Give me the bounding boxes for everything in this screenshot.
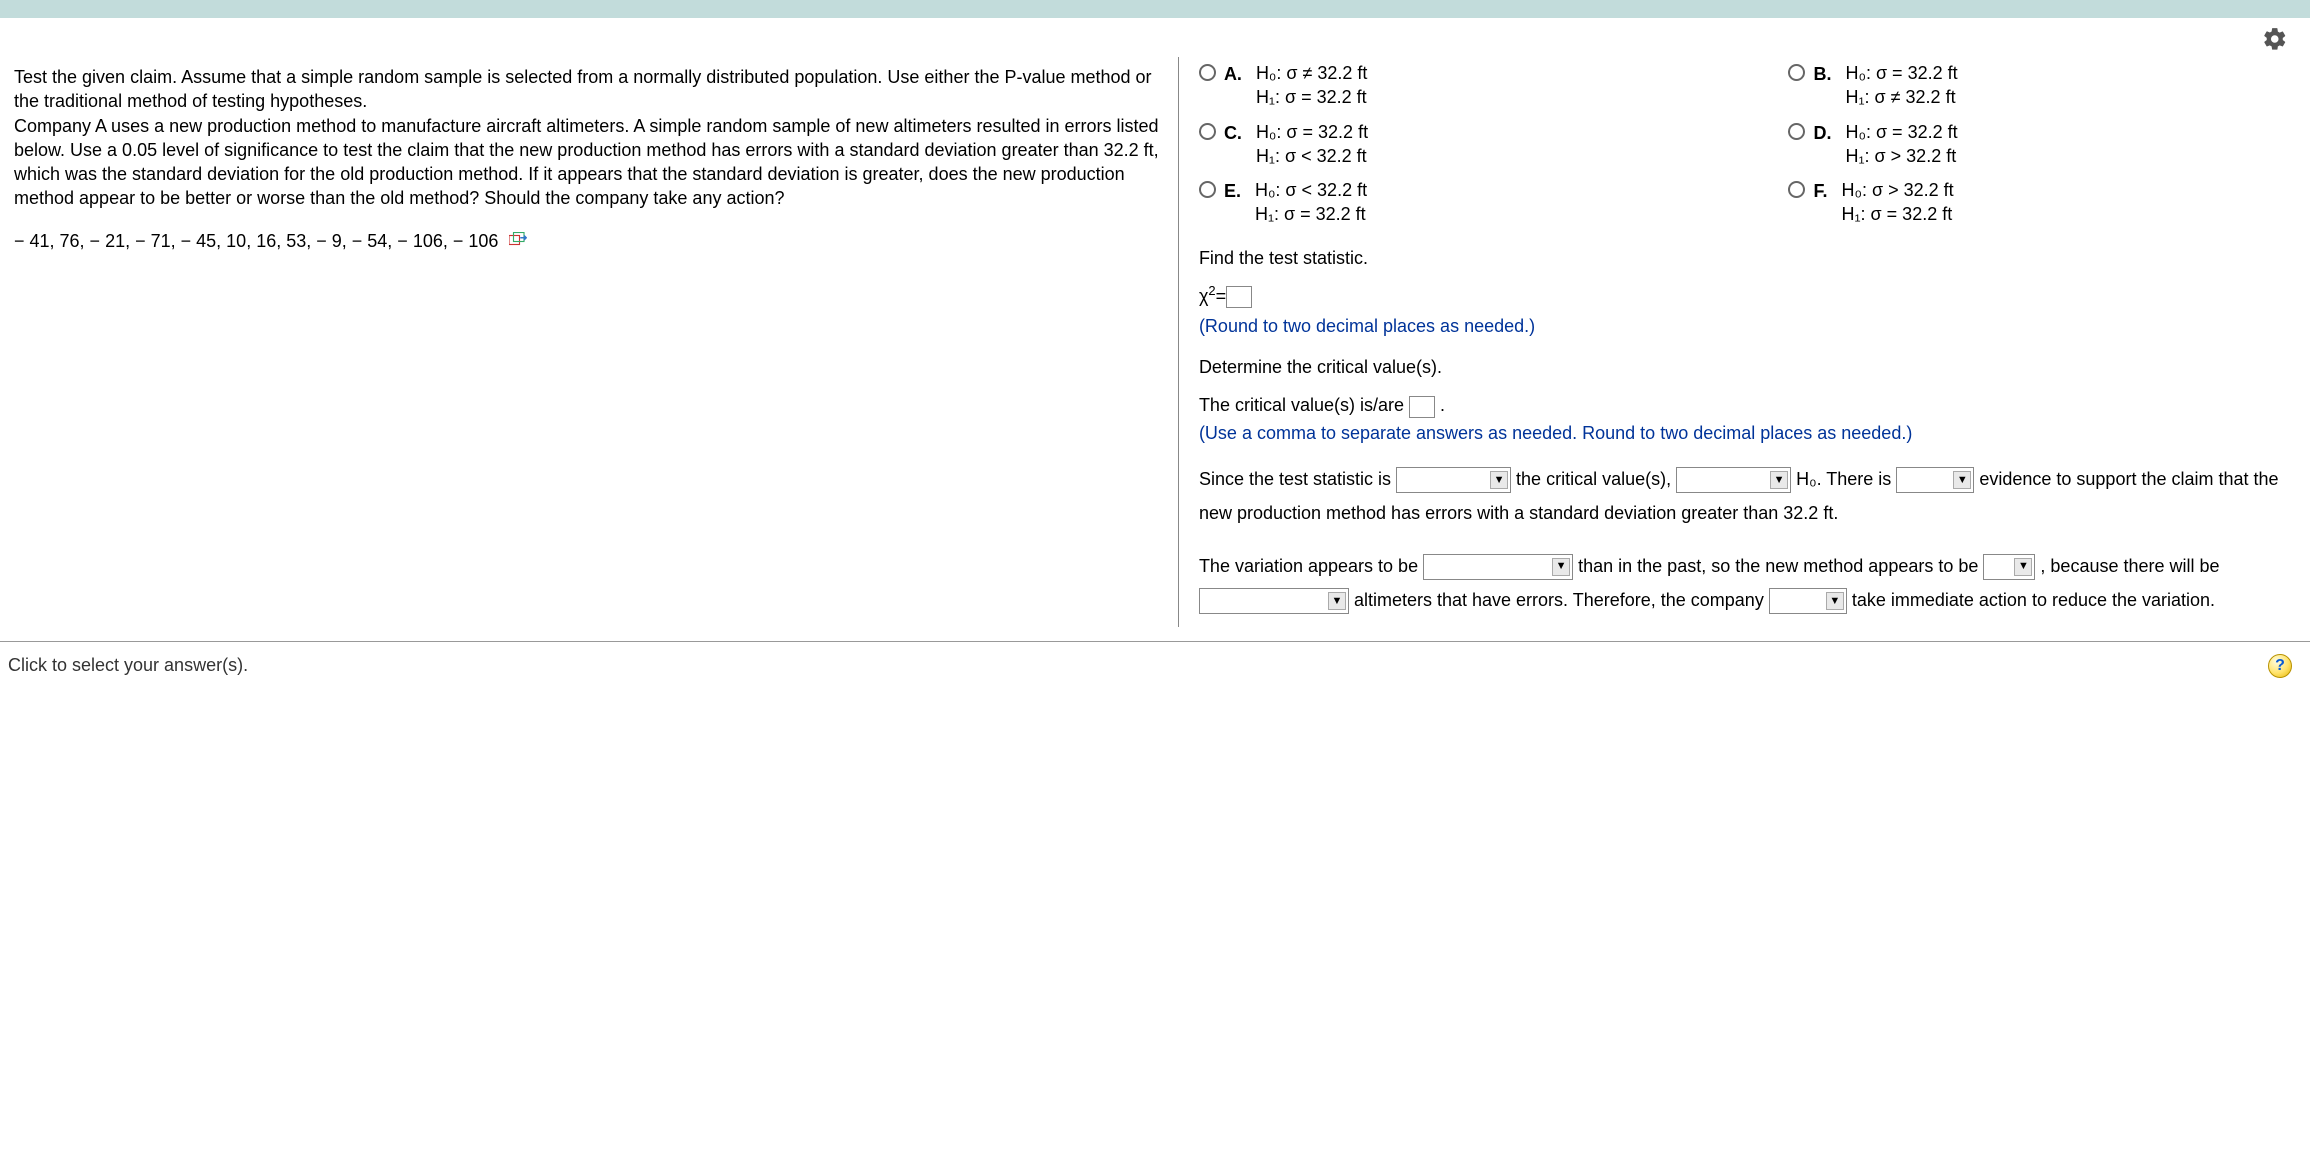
critical-pre: The critical value(s) is/are [1199,395,1409,415]
footer-prompt: Click to select your answer(s). [8,655,248,676]
option-a-h1: H₁: σ = 32.2 ft [1256,85,1368,109]
help-icon[interactable]: ? [2268,654,2292,678]
chi-equals: = [1216,283,1227,311]
gear-icon[interactable] [2262,26,2288,57]
variation-4: altimeters that have errors. Therefore, … [1354,590,1764,610]
critical-value-input[interactable] [1409,396,1435,418]
option-f-h0: H₀: σ > 32.2 ft [1841,178,1953,202]
better-worse-dropdown[interactable]: ▼ [1983,554,2035,580]
round-note-2: (Use a comma to separate answers as need… [1199,420,2298,448]
option-c-h0: H₀: σ = 32.2 ft [1256,120,1368,144]
sample-data: − 41, 76, − 21, − 71, − 45, 10, 16, 53, … [14,231,498,251]
option-d-h0: H₀: σ = 32.2 ft [1845,120,1957,144]
reject-dropdown[interactable]: ▼ [1676,467,1791,493]
option-a-h0: H₀: σ ≠ 32.2 ft [1256,61,1368,85]
radio-c[interactable] [1199,123,1216,140]
radio-b[interactable] [1788,64,1805,81]
conclusion-2: the critical value(s), [1516,469,1671,489]
conclusion-1: Since the test statistic is [1199,469,1391,489]
option-c[interactable]: C. H₀: σ = 32.2 ft H₁: σ < 32.2 ft [1199,120,1709,169]
critical-post: . [1440,395,1445,415]
chi-square-input[interactable] [1226,286,1252,308]
radio-f[interactable] [1788,181,1805,198]
action-dropdown[interactable]: ▼ [1769,588,1847,614]
variation-1: The variation appears to be [1199,556,1418,576]
variation-compare-dropdown[interactable]: ▼ [1423,554,1573,580]
option-d-h1: H₁: σ > 32.2 ft [1845,144,1957,168]
answer-panel: A. H₀: σ ≠ 32.2 ft H₁: σ = 32.2 ft B. H₀… [1178,57,2302,627]
evidence-dropdown[interactable]: ▼ [1896,467,1974,493]
question-text-2: Company A uses a new production method t… [14,114,1168,211]
determine-critical: Determine the critical value(s). [1199,354,2298,382]
option-e[interactable]: E. H₀: σ < 32.2 ft H₁: σ = 32.2 ft [1199,178,1709,227]
options-grid: A. H₀: σ ≠ 32.2 ft H₁: σ = 32.2 ft B. H₀… [1199,61,2298,227]
altimeter-errors-dropdown[interactable]: ▼ [1199,588,1349,614]
conclusion-3: H₀. There is [1796,469,1891,489]
option-e-h0: H₀: σ < 32.2 ft [1255,178,1367,202]
option-a[interactable]: A. H₀: σ ≠ 32.2 ft H₁: σ = 32.2 ft [1199,61,1709,110]
radio-d[interactable] [1788,123,1805,140]
compare-dropdown[interactable]: ▼ [1396,467,1511,493]
copy-data-icon[interactable] [509,230,527,254]
option-d[interactable]: D. H₀: σ = 32.2 ft H₁: σ > 32.2 ft [1788,120,2298,169]
chi-symbol: χ [1199,283,1208,311]
find-test-statistic: Find the test statistic. [1199,245,2298,273]
option-b-h1: H₁: σ ≠ 32.2 ft [1845,85,1957,109]
question-panel: Test the given claim. Assume that a simp… [8,57,1178,627]
option-b-h0: H₀: σ = 32.2 ft [1845,61,1957,85]
variation-3: , because there will be [2040,556,2219,576]
option-c-h1: H₁: σ < 32.2 ft [1256,144,1368,168]
round-note-1: (Round to two decimal places as needed.) [1199,313,2298,341]
variation-2: than in the past, so the new method appe… [1578,556,1978,576]
option-f[interactable]: F. H₀: σ > 32.2 ft H₁: σ = 32.2 ft [1788,178,2298,227]
option-e-h1: H₁: σ = 32.2 ft [1255,202,1367,226]
question-text-1: Test the given claim. Assume that a simp… [14,65,1168,114]
option-b[interactable]: B. H₀: σ = 32.2 ft H₁: σ ≠ 32.2 ft [1788,61,2298,110]
radio-a[interactable] [1199,64,1216,81]
option-f-h1: H₁: σ = 32.2 ft [1841,202,1953,226]
top-bar [0,0,2310,18]
variation-5: take immediate action to reduce the vari… [1852,590,2215,610]
radio-e[interactable] [1199,181,1216,198]
